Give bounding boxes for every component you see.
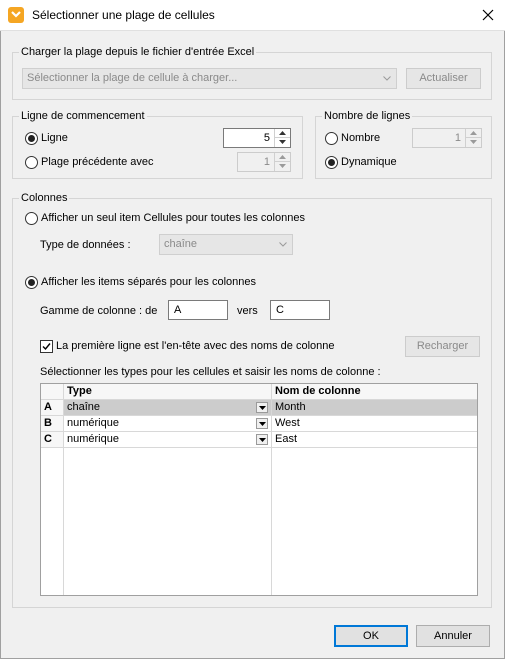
type-value: chaîne <box>67 401 101 413</box>
data-type-label: Type de données : <box>40 239 131 251</box>
dynamic-radio[interactable] <box>325 156 338 169</box>
name-cell[interactable]: West <box>272 416 477 431</box>
row-label: Ligne <box>41 132 68 144</box>
cell-range-combo-value: Sélectionner la plage de cellule à charg… <box>27 72 238 84</box>
close-button[interactable] <box>471 0 505 31</box>
table-row[interactable]: B numérique West <box>41 416 477 432</box>
row-spinner-value: 5 <box>263 132 270 144</box>
type-dropdown-button[interactable] <box>256 402 268 413</box>
data-type-value: chaîne <box>164 238 198 250</box>
range-to-label: vers <box>237 305 258 317</box>
checkmark-icon <box>42 343 51 351</box>
start-row-title: Ligne de commencement <box>19 110 147 123</box>
number-radio[interactable] <box>325 132 338 145</box>
range-from-input[interactable]: A <box>168 300 228 320</box>
row-header: C <box>41 432 64 447</box>
row-count-title: Nombre de lignes <box>322 110 413 123</box>
type-cell[interactable]: numérique <box>64 416 272 431</box>
single-item-radio[interactable] <box>25 212 38 225</box>
chevron-down-icon <box>383 76 391 81</box>
grid-header-name: Nom de colonne <box>272 384 477 399</box>
row-header: A <box>41 400 64 415</box>
range-to-value: C <box>276 304 284 316</box>
arrow-down-icon <box>259 422 266 426</box>
cell-range-combo[interactable]: Sélectionner la plage de cellule à charg… <box>22 68 397 89</box>
spin-down-button[interactable] <box>466 138 481 147</box>
header-row-checkbox[interactable] <box>40 340 53 353</box>
row-header: B <box>41 416 64 431</box>
arrow-down-icon <box>470 140 477 144</box>
type-dropdown-button[interactable] <box>256 418 268 429</box>
range-from-value: A <box>174 304 182 316</box>
dynamic-label: Dynamique <box>341 156 397 168</box>
grid-header-type: Type <box>64 384 272 399</box>
spin-up-button[interactable] <box>275 153 290 162</box>
previous-range-label: Plage précédente avec <box>41 156 154 168</box>
data-type-combo[interactable]: chaîne <box>159 234 293 255</box>
header-row-label: La première ligne est l'en-tête avec des… <box>56 340 335 352</box>
spin-up-button[interactable] <box>275 129 290 138</box>
app-logo-icon <box>8 7 24 23</box>
load-range-title: Charger la plage depuis le fichier d'ent… <box>19 46 257 59</box>
type-value: numérique <box>67 433 119 445</box>
type-dropdown-button[interactable] <box>256 434 268 445</box>
number-label: Nombre <box>341 132 381 144</box>
arrow-down-icon <box>279 164 286 168</box>
type-value: numérique <box>67 417 119 429</box>
table-row[interactable]: C numérique East <box>41 432 477 448</box>
arrow-down-icon <box>259 438 266 442</box>
name-cell[interactable]: Month <box>272 400 477 415</box>
reload-button[interactable]: Recharger <box>405 336 480 357</box>
grid-caption: Sélectionner les types pour les cellules… <box>40 366 381 378</box>
chevron-down-icon <box>279 242 287 247</box>
arrow-up-icon <box>279 155 286 159</box>
close-icon <box>482 9 494 21</box>
arrow-down-icon <box>259 406 266 410</box>
number-spinner-value: 1 <box>454 132 461 144</box>
previous-range-value: 1 <box>263 156 270 168</box>
range-to-input[interactable]: C <box>270 300 330 320</box>
title-bar: Sélectionner une plage de cellules <box>0 0 505 31</box>
columns-title: Colonnes <box>19 192 70 205</box>
grid-header-corner <box>41 384 64 399</box>
table-row[interactable]: A chaîne Month <box>41 400 477 416</box>
row-radio[interactable] <box>25 132 38 145</box>
single-item-label: Afficher un seul item Cellules pour tout… <box>41 212 305 224</box>
row-spinner[interactable]: 5 <box>223 128 291 148</box>
arrow-up-icon <box>279 131 286 135</box>
arrow-down-icon <box>279 140 286 144</box>
previous-range-spinner[interactable]: 1 <box>237 152 291 172</box>
number-spinner[interactable]: 1 <box>412 128 482 148</box>
ok-button[interactable]: OK <box>334 625 408 647</box>
column-types-grid: Type Nom de colonne A chaîne Month B num… <box>40 383 478 596</box>
previous-range-radio[interactable] <box>25 156 38 169</box>
type-cell[interactable]: numérique <box>64 432 272 447</box>
refresh-button[interactable]: Actualiser <box>406 68 481 89</box>
cancel-button[interactable]: Annuler <box>416 625 490 647</box>
window-title: Sélectionner une plage de cellules <box>32 8 215 22</box>
grid-header-row: Type Nom de colonne <box>41 384 477 400</box>
name-cell[interactable]: East <box>272 432 477 447</box>
separate-items-radio[interactable] <box>25 276 38 289</box>
spin-down-button[interactable] <box>275 138 290 147</box>
spin-down-button[interactable] <box>275 162 290 171</box>
arrow-up-icon <box>470 131 477 135</box>
type-cell[interactable]: chaîne <box>64 400 272 415</box>
column-range-label: Gamme de colonne : de <box>40 305 158 317</box>
separate-items-label: Afficher les items séparés pour les colo… <box>41 276 257 288</box>
spin-up-button[interactable] <box>466 129 481 138</box>
